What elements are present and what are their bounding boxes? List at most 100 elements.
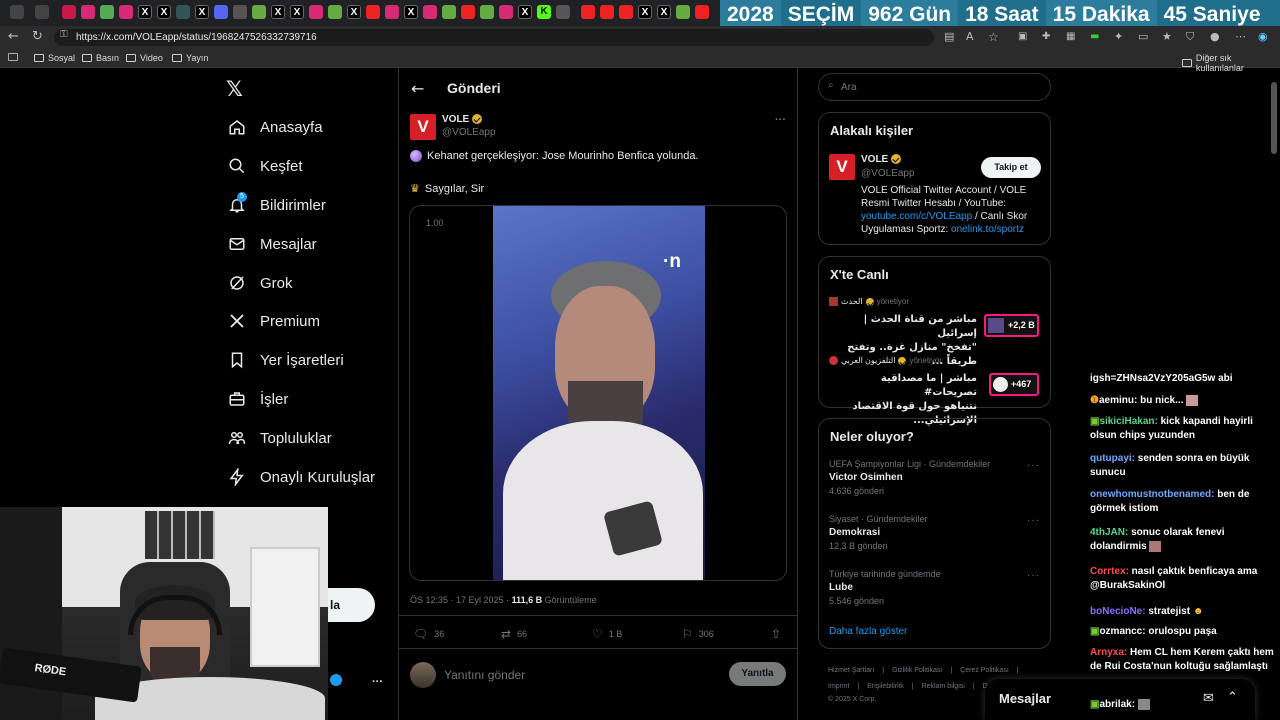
footer-link[interactable]: Imprint — [828, 679, 849, 695]
kick-tab-icon[interactable]: K — [537, 5, 551, 19]
tab-icon[interactable] — [309, 5, 323, 19]
youtube-tab-icon[interactable] — [619, 5, 633, 19]
related-name-row[interactable]: VOLE — [861, 154, 902, 165]
copilot-icon[interactable]: ◉ — [1258, 29, 1268, 45]
youtube-tab-icon[interactable] — [366, 5, 380, 19]
profile-avatar-icon[interactable]: ● — [1210, 29, 1220, 45]
reply-submit-button[interactable]: Yanıtla — [729, 662, 786, 686]
x-tab-icon[interactable]: X — [195, 5, 209, 19]
extension-icon[interactable]: ✚ — [1042, 29, 1050, 45]
footer-link[interactable]: Gizlilik Politikası — [892, 663, 942, 679]
tab-icon[interactable] — [480, 5, 494, 19]
nav-communities[interactable]: Topluluklar — [228, 429, 332, 447]
tab-icon[interactable] — [328, 5, 342, 19]
related-avatar[interactable]: V — [829, 154, 855, 180]
tab-icon[interactable] — [442, 5, 456, 19]
tab-icon[interactable] — [499, 5, 513, 19]
nav-notifications[interactable]: 5 Bildirimler — [228, 192, 326, 214]
account-more-icon[interactable]: ··· — [372, 676, 383, 688]
nav-explore[interactable]: Keşfet — [228, 157, 303, 175]
trend-item[interactable]: Türkiye tarihinde gündemde Lube 5.546 gö… — [829, 569, 1039, 606]
youtube-tab-icon[interactable] — [695, 5, 709, 19]
x-logo-icon[interactable]: 𝕏 — [226, 77, 243, 101]
extension-icon[interactable]: ▬ — [1090, 29, 1099, 45]
tab-icon[interactable] — [423, 5, 437, 19]
x-tab-icon[interactable]: X — [404, 5, 418, 19]
more-menu-icon[interactable]: ⋯ — [1235, 29, 1246, 45]
trend-more-icon[interactable]: ··· — [1027, 460, 1040, 471]
back-icon[interactable]: ← — [8, 29, 19, 45]
reader-icon[interactable]: ▤ — [944, 29, 954, 45]
video-player[interactable]: 1.00 ·n — [409, 205, 787, 581]
favorite-star-icon[interactable]: ☆ — [988, 29, 999, 45]
tab-icon[interactable] — [119, 5, 133, 19]
x-tab-icon[interactable]: X — [638, 5, 652, 19]
tab-icon[interactable] — [62, 5, 76, 19]
x-tab-icon[interactable]: X — [657, 5, 671, 19]
x-tab-icon[interactable]: X — [138, 5, 152, 19]
nav-bookmarks[interactable]: Yer İşaretleri — [228, 351, 344, 369]
favorites-icon[interactable]: ★ — [1162, 29, 1172, 45]
playback-speed-label[interactable]: 1.00 — [426, 218, 444, 228]
bookmark-folder[interactable]: Yayın — [172, 53, 208, 63]
search-input[interactable]: ⌕ Ara — [818, 73, 1051, 101]
footer-link[interactable]: Çerez Politikası — [960, 663, 1009, 679]
tabs-icon[interactable] — [35, 5, 49, 19]
x-tab-icon[interactable]: X — [347, 5, 361, 19]
nav-home[interactable]: Anasayfa — [228, 118, 323, 136]
repost-button[interactable]: ⇄ 66 — [501, 627, 527, 641]
tab-icon[interactable] — [556, 5, 570, 19]
bookmark-button[interactable]: ⚐ 306 — [682, 627, 714, 641]
tab-icon[interactable] — [233, 5, 247, 19]
shield-icon[interactable]: ⛉ — [1186, 29, 1194, 45]
reply-input[interactable]: Yanıtını gönder — [444, 668, 525, 682]
author-handle[interactable]: @VOLEapp — [442, 127, 496, 138]
nav-messages[interactable]: Mesajlar — [228, 235, 317, 253]
tab-icon[interactable] — [100, 5, 114, 19]
tab-icon[interactable] — [214, 5, 228, 19]
split-screen-icon[interactable]: ▭ — [1138, 29, 1148, 45]
tab-icon[interactable] — [176, 5, 190, 19]
bookmark-menu-icon[interactable] — [8, 53, 18, 61]
trend-item[interactable]: Siyaset · Gündemdekiler Demokrasi 12,3 B… — [829, 514, 1039, 551]
nav-jobs[interactable]: İşler — [228, 390, 288, 408]
bio-link[interactable]: onelink.to/sportz — [951, 224, 1024, 235]
author-name-row[interactable]: VOLE — [442, 114, 483, 125]
live-host-row[interactable]: التلفزيون العربي yönetiyor — [829, 356, 979, 365]
read-aloud-icon[interactable]: A — [966, 29, 974, 45]
youtube-tab-icon[interactable] — [581, 5, 595, 19]
trend-item[interactable]: UEFA Şampiyonlar Ligi · Gündemdekiler Vi… — [829, 459, 1039, 496]
page-scrollbar[interactable] — [1271, 82, 1277, 154]
like-button[interactable]: ♡ 1 B — [592, 627, 622, 641]
youtube-tab-icon[interactable] — [600, 5, 614, 19]
bookmark-folder[interactable]: Video — [126, 53, 163, 63]
nav-grok[interactable]: Grok — [228, 274, 293, 292]
trend-more-icon[interactable]: ··· — [1027, 515, 1040, 526]
nav-verified-orgs[interactable]: Onaylı Kuruluşlar — [228, 468, 375, 486]
footer-link[interactable]: Reklam bilgisi — [922, 679, 965, 695]
live-listener-count[interactable]: +2,2 B — [984, 314, 1039, 337]
tab-icon[interactable] — [676, 5, 690, 19]
post-more-icon[interactable]: ··· — [775, 114, 786, 126]
trend-more-icon[interactable]: ··· — [1027, 570, 1040, 581]
workspace-icon[interactable] — [10, 5, 24, 19]
bio-link[interactable]: youtube.com/c/VOLEapp — [861, 211, 972, 222]
back-arrow-icon[interactable]: ← — [411, 79, 424, 98]
follow-button[interactable]: Takip et — [981, 157, 1041, 178]
nav-premium[interactable]: Premium — [228, 312, 320, 330]
live-host-row[interactable]: الحدث yönetiyor — [829, 297, 979, 306]
tab-icon[interactable] — [385, 5, 399, 19]
puzzle-icon[interactable]: ✦ — [1114, 29, 1123, 45]
x-tab-icon[interactable]: X — [290, 5, 304, 19]
tab-icon[interactable] — [81, 5, 95, 19]
footer-link[interactable]: Erişilebilirlik — [867, 679, 904, 695]
x-tab-icon[interactable]: X — [271, 5, 285, 19]
youtube-tab-icon[interactable] — [461, 5, 475, 19]
live-listener-count[interactable]: +467 — [989, 373, 1039, 396]
show-more-link[interactable]: Daha fazla göster — [829, 626, 907, 637]
share-button[interactable]: ⇧ — [771, 627, 781, 641]
bookmark-folder[interactable]: Sosyal — [34, 53, 75, 63]
author-avatar[interactable]: V — [410, 114, 436, 140]
extension-icon[interactable]: ▦ — [1066, 29, 1075, 45]
tab-icon[interactable] — [252, 5, 266, 19]
